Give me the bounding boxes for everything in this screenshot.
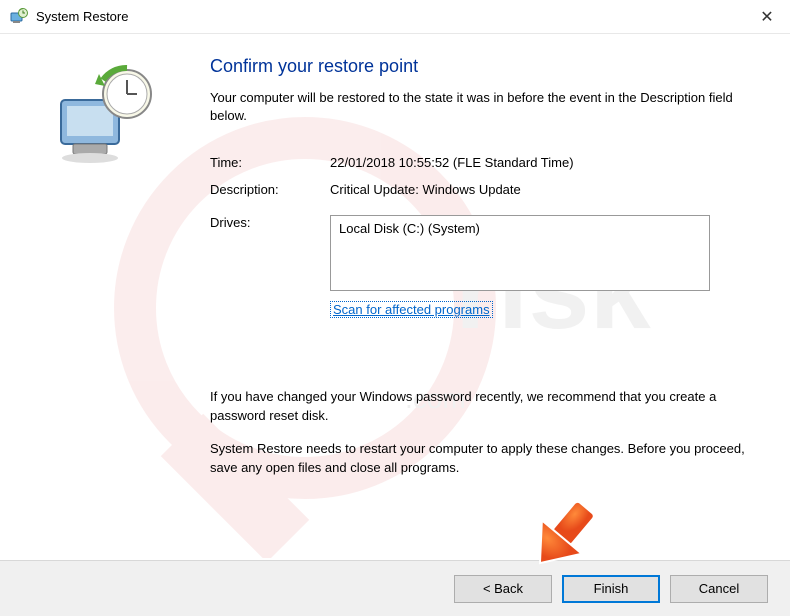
time-label: Time:: [210, 155, 330, 170]
drives-value: Local Disk (C:) (System): [339, 221, 480, 236]
password-note: If you have changed your Windows passwor…: [210, 388, 750, 426]
finish-button[interactable]: Finish: [562, 575, 660, 603]
cancel-button[interactable]: Cancel: [670, 575, 768, 603]
page-heading: Confirm your restore point: [210, 56, 750, 77]
close-icon: ✕: [760, 7, 773, 27]
scan-affected-programs-link[interactable]: Scan for affected programs: [330, 301, 493, 318]
window-title: System Restore: [36, 9, 128, 24]
description-value: Critical Update: Windows Update: [330, 182, 750, 197]
time-value: 22/01/2018 10:55:52 (FLE Standard Time): [330, 155, 750, 170]
drives-listbox[interactable]: Local Disk (C:) (System): [330, 215, 710, 291]
wizard-footer: < Back Finish Cancel: [0, 560, 790, 616]
system-restore-icon: [10, 8, 28, 26]
drives-label: Drives:: [210, 215, 330, 230]
restore-illustration-icon: [55, 62, 165, 172]
description-label: Description:: [210, 182, 330, 197]
close-button[interactable]: ✕: [744, 2, 790, 32]
back-button[interactable]: < Back: [454, 575, 552, 603]
titlebar: System Restore ✕: [0, 0, 790, 34]
intro-text: Your computer will be restored to the st…: [210, 89, 750, 125]
restart-note: System Restore needs to restart your com…: [210, 440, 750, 478]
